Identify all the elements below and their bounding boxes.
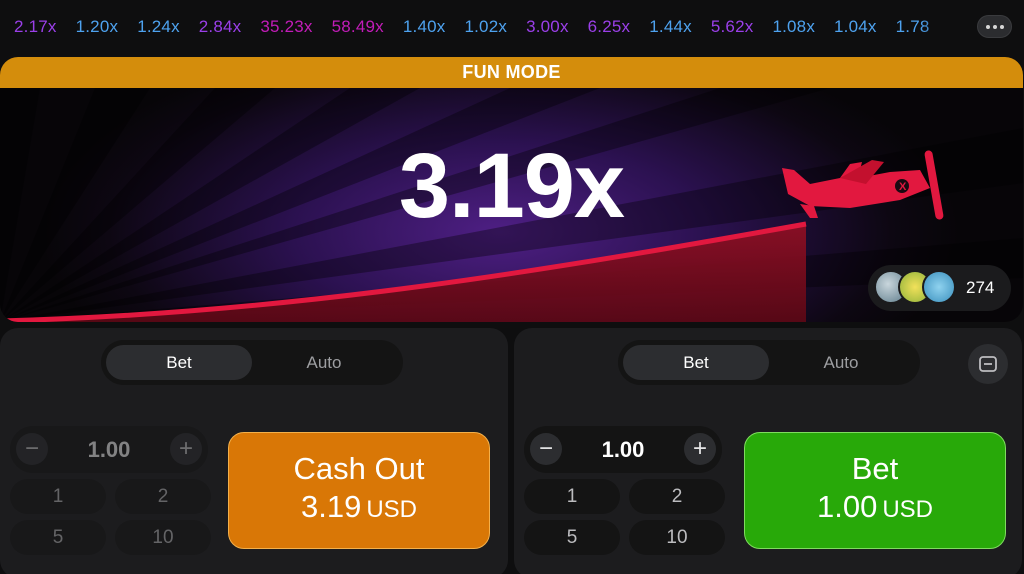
quick-amount-button[interactable]: 10 [115,520,211,555]
history-multiplier[interactable]: 1.24x [137,14,180,40]
history-multiplier[interactable]: 1.20x [76,14,119,40]
history-multiplier[interactable]: 1.08x [772,14,815,40]
currency-label: USD [882,496,933,523]
increase-amount-button[interactable]: + [684,433,716,465]
aviator-game-app: 2.17x 1.20x 1.24x 2.84x 35.23x 58.49x 1.40x 1.0… [0,0,1024,574]
history-multiplier[interactable]: 2.17x [14,14,57,40]
game-canvas: FUN MODE X 3.19x 274 [0,57,1023,322]
cash-out-button[interactable]: Cash Out 3.19 USD [228,432,490,549]
decrease-amount-button[interactable]: − [530,433,562,465]
history-multiplier[interactable]: 1.44x [649,14,692,40]
online-count: 274 [966,278,995,297]
fun-mode-banner: FUN MODE [0,57,1023,88]
quick-amount-button[interactable]: 1 [10,479,106,514]
place-bet-amount: 1.00 USD [817,487,933,530]
tab-bet[interactable]: Bet [106,345,252,380]
cash-out-value: 3.19 [300,489,362,524]
ellipsis-icon[interactable] [977,15,1012,38]
bet-amount-value[interactable]: 1.00 [572,426,674,473]
minus-square-icon[interactable] [968,344,1008,384]
history-multiplier[interactable]: 6.25x [588,14,631,40]
history-multiplier[interactable]: 5.62x [711,14,754,40]
history-multiplier[interactable]: 2.84x [199,14,242,40]
quick-amount-button[interactable]: 2 [629,479,725,514]
place-bet-button[interactable]: Bet 1.00 USD [744,432,1006,549]
tab-auto[interactable]: Auto [251,345,397,380]
history-multiplier[interactable]: 58.49x [332,14,384,40]
bet-mode-tabs: Bet Auto [101,340,403,385]
history-multiplier[interactable]: 1.04x [834,14,877,40]
quick-amount-button[interactable]: 10 [629,520,725,555]
round-history-list: 2.17x 1.20x 1.24x 2.84x 35.23x 58.49x 1.40x 1.0… [14,14,974,40]
current-multiplier: 3.19x [398,135,625,237]
history-multiplier[interactable]: 1.02x [464,14,507,40]
increase-amount-button[interactable]: + [170,433,202,465]
quick-amount-button[interactable]: 5 [10,520,106,555]
bet-amount-stepper: − 1.00 + [524,426,722,473]
bet-amount-stepper: − 1.00 + [10,426,208,473]
bet-value: 1.00 [816,489,878,524]
player-avatar [922,270,956,304]
bet-mode-tabs: Bet Auto [618,340,920,385]
minus-square-glyph [979,356,997,372]
tab-auto[interactable]: Auto [768,345,914,380]
decrease-amount-button[interactable]: − [16,433,48,465]
cash-out-amount: 3.19 USD [301,487,417,530]
bet-panel-2: Bet Auto − 1.00 + 1 2 5 10 Bet 1.00 USD [514,328,1022,574]
round-history-bar: 2.17x 1.20x 1.24x 2.84x 35.23x 58.49x 1.40x 1.0… [0,0,1024,54]
online-players-badge[interactable]: 274 [868,265,1011,311]
quick-amount-button[interactable]: 2 [115,479,211,514]
quick-amount-button[interactable]: 1 [524,479,620,514]
bet-panel-1: Bet Auto − 1.00 + 1 2 5 10 Cash Out 3.19… [0,328,508,574]
history-multiplier[interactable]: 35.23x [260,14,312,40]
history-multiplier[interactable]: 3.00x [526,14,569,40]
tab-bet[interactable]: Bet [623,345,769,380]
cash-out-label: Cash Out [293,451,425,486]
quick-amount-button[interactable]: 5 [524,520,620,555]
history-multiplier[interactable]: 1.40x [403,14,446,40]
currency-label: USD [366,496,417,523]
bet-amount-value[interactable]: 1.00 [58,426,160,473]
place-bet-label: Bet [851,451,899,486]
history-fade [920,12,978,42]
